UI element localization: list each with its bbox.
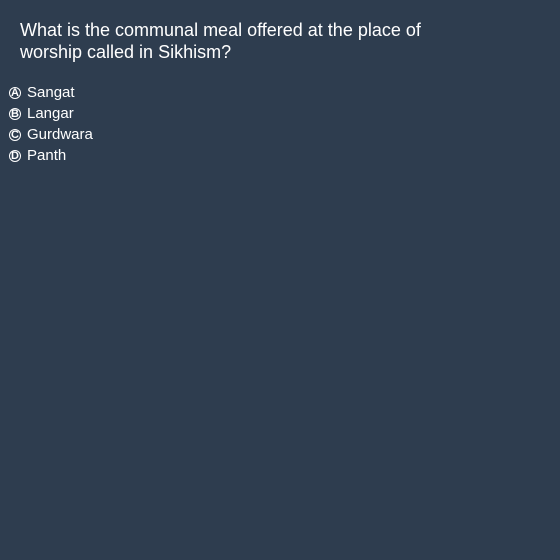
option-a-letter: A [11,86,19,99]
option-b-letter: B [11,107,19,120]
option-b-label: Langar [27,105,74,122]
option-d[interactable]: D Panth [8,145,93,166]
question-text: What is the communal meal offered at the… [20,20,421,62]
option-c-label: Gurdwara [27,126,93,143]
option-d-letter: D [11,149,19,162]
option-d-label: Panth [27,147,67,164]
option-c-letter-badge-icon: C [8,128,22,142]
option-a[interactable]: A Sangat [8,82,93,103]
option-c[interactable]: C Gurdwara [8,124,93,145]
option-a-letter-badge-icon: A [8,86,22,100]
option-d-letter-badge-icon: D [8,149,22,163]
option-b[interactable]: B Langar [8,103,93,124]
option-b-letter-badge-icon: B [8,107,22,121]
option-a-label: Sangat [27,84,75,101]
option-c-letter: C [11,128,19,141]
answer-options: A Sangat B Langar C Gurdwara D Panth [8,82,93,166]
